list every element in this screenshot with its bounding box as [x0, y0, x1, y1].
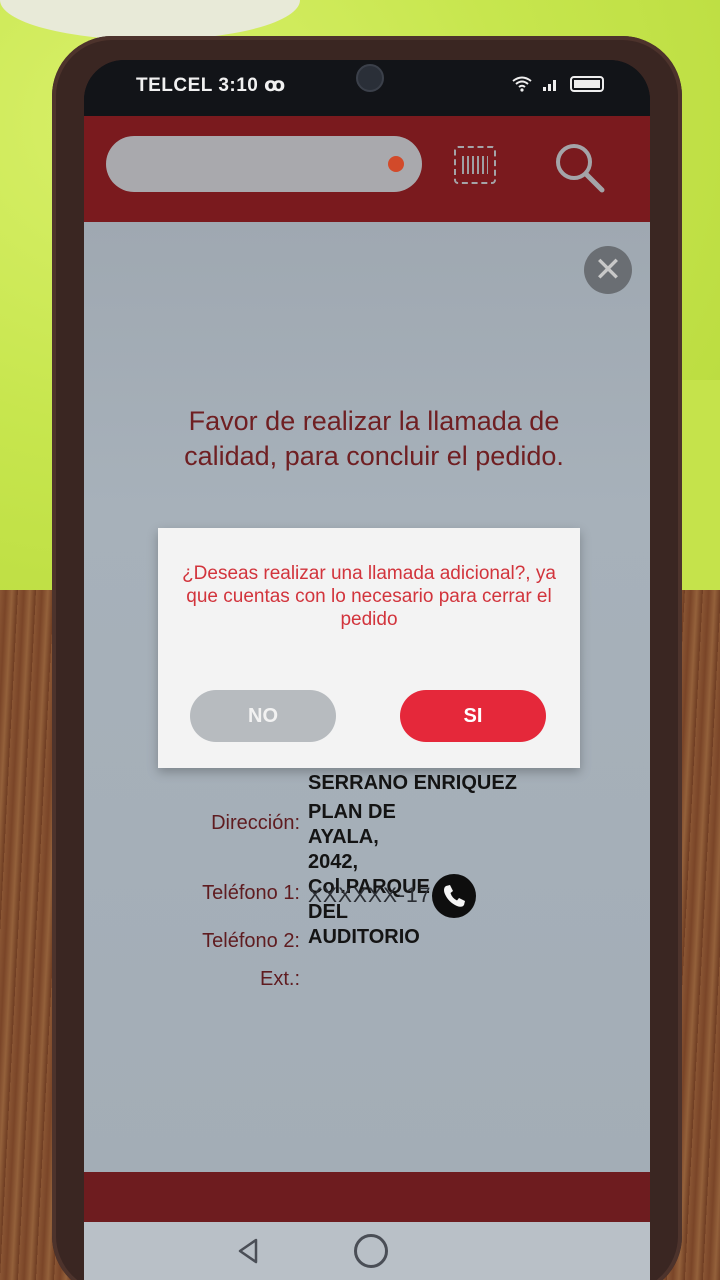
system-nav-bar — [84, 1222, 650, 1280]
customer-name: SERRANO ENRIQUEZ — [308, 772, 517, 794]
back-icon[interactable] — [232, 1234, 266, 1268]
address-label: Dirección: — [211, 812, 300, 834]
address-line: AUDITORIO — [308, 926, 420, 948]
quality-call-notice: Favor de realizar la llamada de calidad,… — [184, 406, 564, 471]
bottom-action-bar — [84, 1172, 650, 1222]
phone1-label: Teléfono 1: — [202, 882, 300, 904]
phone2-label: Teléfono 2: — [202, 930, 300, 952]
handset-icon — [444, 885, 465, 907]
front-camera — [356, 64, 384, 92]
status-icons — [512, 76, 604, 92]
carrier-time: TELCEL 3:10 ꝏ — [136, 75, 286, 96]
search-input[interactable] — [106, 136, 422, 192]
home-icon[interactable] — [354, 1234, 388, 1268]
phone-screen: TELCEL 3:10 ꝏ ✕ Favor de realizar la lla… — [84, 60, 650, 1280]
barcode-scan-icon[interactable] — [454, 146, 496, 184]
signal-icon — [543, 80, 556, 91]
dialog-message: ¿Deseas realizar una llamada adicional?,… — [182, 563, 556, 630]
phone-call-icon[interactable] — [432, 874, 476, 918]
search-icon[interactable] — [550, 138, 608, 196]
ext-label: Ext.: — [259, 968, 300, 990]
mic-dot-icon — [388, 156, 404, 172]
additional-call-dialog: ¿Deseas realizar una llamada adicional?,… — [158, 528, 580, 768]
address-line: PLAN DE AYALA, 2042, — [308, 801, 396, 873]
close-icon[interactable]: ✕ — [584, 246, 632, 294]
app-header — [84, 116, 650, 222]
battery-icon — [570, 76, 604, 92]
no-button[interactable]: NO — [190, 690, 336, 742]
si-button[interactable]: SI — [400, 690, 546, 742]
phone1-value: XXXXXX-17 — [308, 884, 432, 907]
status-bar: TELCEL 3:10 ꝏ — [84, 60, 650, 116]
address-value: PLAN DE AYALA, 2042, Col.PARQUE DEL AUDI… — [308, 800, 430, 950]
wifi-icon — [512, 76, 532, 92]
